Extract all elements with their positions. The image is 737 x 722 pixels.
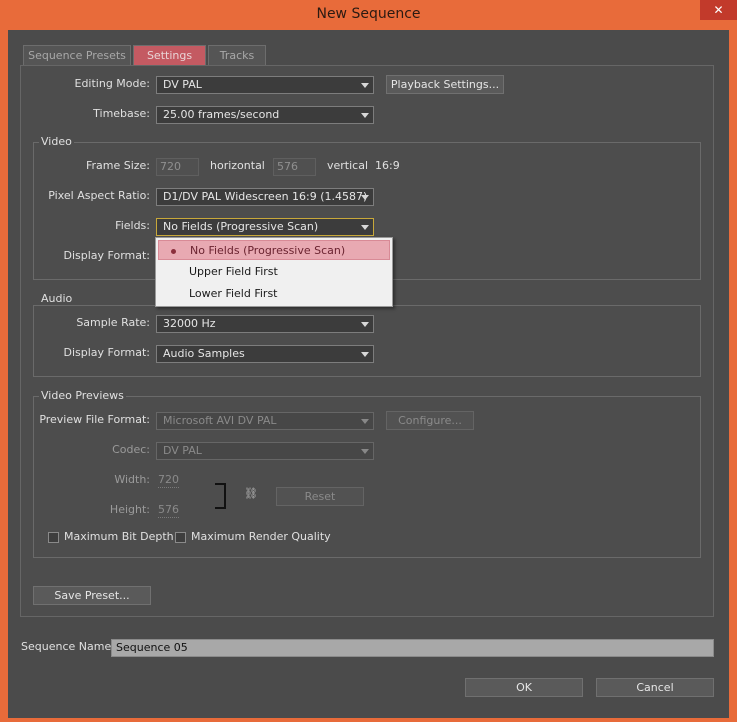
audio-display-format-dropdown[interactable]: Audio Samples [156,345,374,363]
max-render-quality-checkbox[interactable] [175,532,186,543]
selected-bullet-icon [171,249,176,254]
window-title: New Sequence [316,6,421,22]
chevron-down-icon [361,113,369,118]
horizontal-label: horizontal [210,159,265,172]
preview-width-field[interactable]: 720 [158,473,179,488]
preview-file-format-value: Microsoft AVI DV PAL [163,414,277,427]
codec-value: DV PAL [163,444,202,457]
fields-dropdown-menu: No Fields (Progressive Scan) Upper Field… [155,237,393,307]
audio-display-format-label: Display Format: [63,346,150,359]
timebase-dropdown[interactable]: 25.00 frames/second [156,106,374,124]
video-group-title: Video [39,135,74,148]
height-label: Height: [109,503,150,516]
chevron-down-icon [361,225,369,230]
pixel-aspect-label: Pixel Aspect Ratio: [48,189,150,202]
sample-rate-dropdown[interactable]: 32000 Hz [156,315,374,333]
preview-height-field[interactable]: 576 [158,503,179,518]
timebase-label: Timebase: [93,107,150,120]
chevron-down-icon [361,419,369,424]
sample-rate-value: 32000 Hz [163,317,216,330]
chevron-down-icon [361,352,369,357]
sequence-name-label: Sequence Name: [21,640,115,653]
menu-item-no-fields[interactable]: No Fields (Progressive Scan) [158,240,390,260]
frame-width-field: 720 [156,158,199,176]
fields-label: Fields: [115,219,150,232]
tab-settings[interactable]: Settings [133,45,206,65]
codec-dropdown[interactable]: DV PAL [156,442,374,460]
max-bit-depth-label: Maximum Bit Depth [64,530,174,543]
video-previews-group-title: Video Previews [39,389,126,402]
max-render-quality-label: Maximum Render Quality [191,530,331,543]
tab-sequence-presets[interactable]: Sequence Presets [23,45,131,65]
editing-mode-dropdown[interactable]: DV PAL [156,76,374,94]
editing-mode-value: DV PAL [163,78,202,91]
ok-button[interactable]: OK [465,678,583,697]
audio-display-format-value: Audio Samples [163,347,245,360]
chevron-down-icon [361,83,369,88]
sample-rate-label: Sample Rate: [76,316,150,329]
frame-height-field: 576 [273,158,316,176]
tab-tracks[interactable]: Tracks [208,45,266,65]
editing-mode-label: Editing Mode: [74,77,151,90]
frame-size-label: Frame Size: [85,159,150,172]
link-bracket [215,483,226,509]
timebase-value: 25.00 frames/second [163,108,280,121]
pixel-aspect-dropdown[interactable]: D1/DV PAL Widescreen 16:9 (1.4587) [156,188,374,206]
width-label: Width: [114,473,150,486]
reset-button[interactable]: Reset [276,487,364,506]
menu-item-label: No Fields (Progressive Scan) [190,244,346,257]
aspect-ratio-label: 16:9 [375,159,400,172]
video-display-format-label: Display Format: [63,249,150,262]
playback-settings-button[interactable]: Playback Settings... [386,75,504,94]
configure-button[interactable]: Configure... [386,411,474,430]
menu-item-upper-field-first[interactable]: Upper Field First [158,262,390,282]
audio-group-title: Audio [39,292,75,305]
preview-file-format-dropdown[interactable]: Microsoft AVI DV PAL [156,412,374,430]
save-preset-button[interactable]: Save Preset... [33,586,151,605]
preview-file-format-label: Preview File Format: [39,413,150,426]
cancel-button[interactable]: Cancel [596,678,714,697]
chevron-down-icon [361,449,369,454]
max-bit-depth-checkbox[interactable] [48,532,59,543]
fields-dropdown[interactable]: No Fields (Progressive Scan) [156,218,374,236]
sequence-name-input[interactable]: Sequence 05 [111,639,714,657]
chevron-down-icon [361,195,369,200]
fields-value: No Fields (Progressive Scan) [163,220,319,233]
menu-item-lower-field-first[interactable]: Lower Field First [158,284,390,304]
chevron-down-icon [361,322,369,327]
close-button[interactable]: ✕ [700,0,737,20]
vertical-label: vertical [327,159,369,172]
codec-label: Codec: [112,443,150,456]
pixel-aspect-value: D1/DV PAL Widescreen 16:9 (1.4587) [163,190,368,203]
chain-link-icon[interactable]: ⛓ [244,487,258,500]
